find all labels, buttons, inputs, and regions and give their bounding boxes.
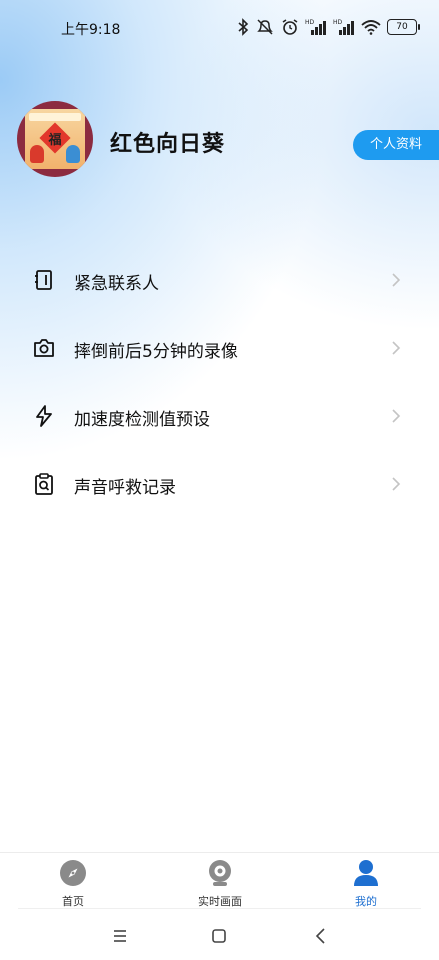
alarm-icon: [282, 19, 298, 35]
avatar-figure-right: [66, 145, 80, 163]
contacts-book-icon: [35, 270, 52, 290]
menu-item-fall-video[interactable]: 摔倒前后5分钟的录像: [0, 314, 439, 382]
bluetooth-icon: [238, 18, 249, 36]
profile-info-button[interactable]: 个人资料: [353, 130, 439, 160]
chevron-right-icon: [392, 341, 401, 355]
menu-item-label: 加速度检测值预设: [74, 410, 210, 430]
tab-live-view-label: 实时画面: [198, 895, 242, 908]
profile-header: 福 红色向日葵 个人资料: [0, 98, 439, 182]
chevron-right-icon: [392, 477, 401, 491]
tab-live-view[interactable]: 实时画面: [170, 857, 270, 909]
avatar[interactable]: 福: [17, 101, 93, 177]
home-square-icon[interactable]: [208, 925, 230, 947]
wifi-icon: [361, 20, 381, 35]
menu-item-emergency-contacts[interactable]: 紧急联系人: [0, 246, 439, 314]
tab-home-label: 首页: [62, 895, 84, 908]
avatar-figure-left: [30, 145, 44, 163]
tab-mine[interactable]: 我的: [316, 857, 416, 909]
username: 红色向日葵: [110, 132, 226, 157]
chevron-right-icon: [392, 273, 401, 287]
bottom-tab-bar: 首页 实时画面 我的: [0, 852, 439, 909]
menu-item-label: 声音呼救记录: [74, 478, 176, 498]
back-icon[interactable]: [310, 925, 332, 947]
system-nav-bar: [0, 909, 439, 960]
tab-mine-label: 我的: [355, 895, 377, 908]
status-bar: 上午9:18 HD HD 70: [0, 0, 439, 56]
menu-item-label: 摔倒前后5分钟的录像: [74, 342, 238, 362]
avatar-fu-character: 福: [48, 133, 62, 148]
hd-signal-icon: HD: [305, 19, 326, 35]
camera-icon: [34, 339, 54, 357]
battery-icon: 70: [387, 19, 420, 35]
hd-signal-icon: HD: [333, 19, 354, 35]
avatar-banner: [29, 113, 81, 121]
svg-text:HD: HD: [305, 19, 315, 26]
webcam-icon: [209, 860, 231, 886]
status-time: 上午9:18: [61, 22, 121, 38]
compass-icon: [60, 860, 86, 886]
svg-text:HD: HD: [333, 19, 343, 26]
menu-item-acceleration-preset[interactable]: 加速度检测值预设: [0, 382, 439, 450]
mute-icon: [257, 19, 273, 35]
user-icon: [354, 860, 378, 886]
clipboard-search-icon: [35, 473, 53, 495]
menu-item-voice-call-records[interactable]: 声音呼救记录: [0, 450, 439, 518]
tab-home[interactable]: 首页: [23, 857, 123, 909]
menu-icon[interactable]: [109, 925, 131, 947]
chevron-right-icon: [392, 409, 401, 423]
lightning-icon: [36, 405, 52, 427]
settings-menu: 紧急联系人 摔倒前后5分钟的录像 加速度检测值预设 声音呼救记录: [0, 246, 439, 518]
status-icons: HD HD 70: [237, 16, 420, 38]
menu-item-label: 紧急联系人: [74, 274, 159, 294]
